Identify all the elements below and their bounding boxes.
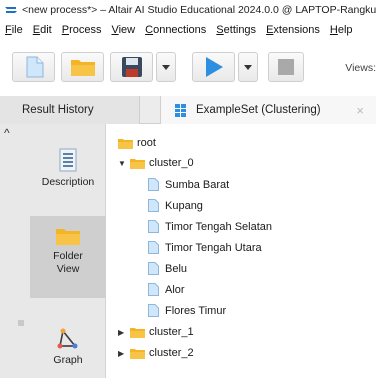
tree-leaf-label: Timor Tengah Utara	[165, 241, 262, 254]
save-button[interactable]	[110, 52, 153, 82]
folder-icon	[118, 138, 133, 149]
main-toolbar: Views:	[0, 42, 376, 92]
run-icon	[205, 57, 223, 77]
stop-button[interactable]	[268, 52, 304, 82]
save-icon	[121, 57, 142, 77]
document-icon	[148, 262, 159, 275]
tree-leaf-label: Belu	[165, 262, 188, 275]
graph-label: Graph	[53, 354, 83, 366]
tree-node-cluster-0[interactable]: ▼ cluster_0	[118, 157, 194, 169]
new-process-icon	[26, 56, 43, 78]
menu-settings[interactable]: Settings	[216, 24, 256, 36]
folder-icon	[130, 158, 145, 169]
folder-view-button[interactable]: Folder View	[30, 216, 106, 298]
menu-process[interactable]: Process	[62, 24, 102, 36]
document-icon	[148, 178, 159, 191]
menu-help[interactable]: Help	[330, 24, 353, 36]
document-icon	[148, 283, 159, 296]
views-label: Views:	[345, 62, 376, 74]
tree-leaf-item[interactable]: Timor Tengah Utara	[148, 241, 262, 254]
title-bar: <new process*> – Altair AI Studio Educat…	[0, 0, 376, 20]
folder-icon	[56, 229, 80, 245]
document-icon	[148, 304, 159, 317]
altair-logo-icon	[4, 4, 18, 16]
chevron-down-icon	[162, 64, 170, 70]
menu-bar: File Edit Process View Connections Setti…	[0, 20, 376, 40]
collapsed-arrow-icon[interactable]: ▶	[118, 328, 128, 337]
table-icon	[175, 103, 186, 117]
tree-leaf-label: Flores Timur	[165, 304, 227, 317]
collapse-panel-icon[interactable]: ^	[4, 126, 10, 140]
tree-node-label: root	[137, 137, 156, 149]
menu-file[interactable]: File	[5, 24, 23, 36]
tree-leaf-item[interactable]: Alor	[148, 283, 185, 296]
view-switcher-panel: ^ Description Folder View Graph	[0, 124, 106, 378]
menu-extensions[interactable]: Extensions	[266, 24, 320, 36]
tree-leaf-label: Kupang	[165, 199, 203, 212]
tree-node-cluster-2[interactable]: ▶ cluster_2	[118, 347, 194, 359]
tree-leaf-item[interactable]: Timor Tengah Selatan	[148, 220, 272, 233]
tree-node-label: cluster_0	[149, 157, 194, 169]
tree-leaf-label: Alor	[165, 283, 185, 296]
document-icon	[148, 199, 159, 212]
run-dropdown-button[interactable]	[238, 52, 258, 82]
tree-node-cluster-1[interactable]: ▶ cluster_1	[118, 326, 194, 338]
tab-result-history-label: Result History	[22, 104, 94, 116]
panel-divider	[18, 320, 24, 326]
collapsed-arrow-icon[interactable]: ▶	[118, 349, 128, 358]
tree-leaf-item[interactable]: Flores Timur	[148, 304, 226, 317]
tab-result-history[interactable]: Result History	[0, 96, 140, 124]
tree-leaf-label: Sumba Barat	[165, 178, 230, 191]
tree-leaf-item[interactable]: Sumba Barat	[148, 178, 229, 191]
graph-view-button[interactable]: Graph	[30, 320, 106, 376]
menu-edit[interactable]: Edit	[33, 24, 52, 36]
tree-node-root[interactable]: root	[118, 137, 156, 149]
tab-bar: Result History ExampleSet (Clustering) ×	[0, 96, 376, 124]
document-icon	[148, 241, 159, 254]
open-folder-icon	[70, 60, 95, 76]
open-button[interactable]	[61, 52, 104, 82]
tree-node-label: cluster_2	[149, 347, 194, 359]
menu-connections[interactable]: Connections	[145, 24, 206, 36]
save-dropdown-button[interactable]	[156, 52, 176, 82]
stop-icon	[278, 59, 294, 75]
folder-icon	[130, 348, 145, 359]
tree-leaf-label: Timor Tengah Selatan	[165, 220, 273, 233]
description-view-button[interactable]: Description	[30, 144, 106, 214]
folder-view-label: Folder View	[53, 250, 83, 275]
description-document-icon	[59, 148, 77, 172]
menu-view[interactable]: View	[111, 24, 135, 36]
new-process-button[interactable]	[12, 52, 55, 82]
tree-leaf-item[interactable]: Kupang	[148, 199, 203, 212]
description-label: Description	[41, 176, 95, 188]
document-icon	[148, 220, 159, 233]
run-button[interactable]	[192, 52, 235, 82]
folder-tree: root ▼ cluster_0 Sumba Barat Kupang Timo…	[108, 124, 376, 378]
tab-exampleset-label: ExampleSet (Clustering)	[196, 104, 321, 116]
window-title: <new process*> – Altair AI Studio Educat…	[22, 4, 376, 16]
chevron-down-icon	[244, 64, 252, 70]
expanded-arrow-icon[interactable]: ▼	[118, 159, 128, 168]
close-tab-icon[interactable]: ×	[356, 103, 364, 118]
tree-node-label: cluster_1	[149, 326, 194, 338]
tree-leaf-item[interactable]: Belu	[148, 262, 187, 275]
graph-icon	[57, 328, 78, 349]
folder-icon	[130, 327, 145, 338]
tab-exampleset-clustering[interactable]: ExampleSet (Clustering) ×	[160, 96, 376, 124]
